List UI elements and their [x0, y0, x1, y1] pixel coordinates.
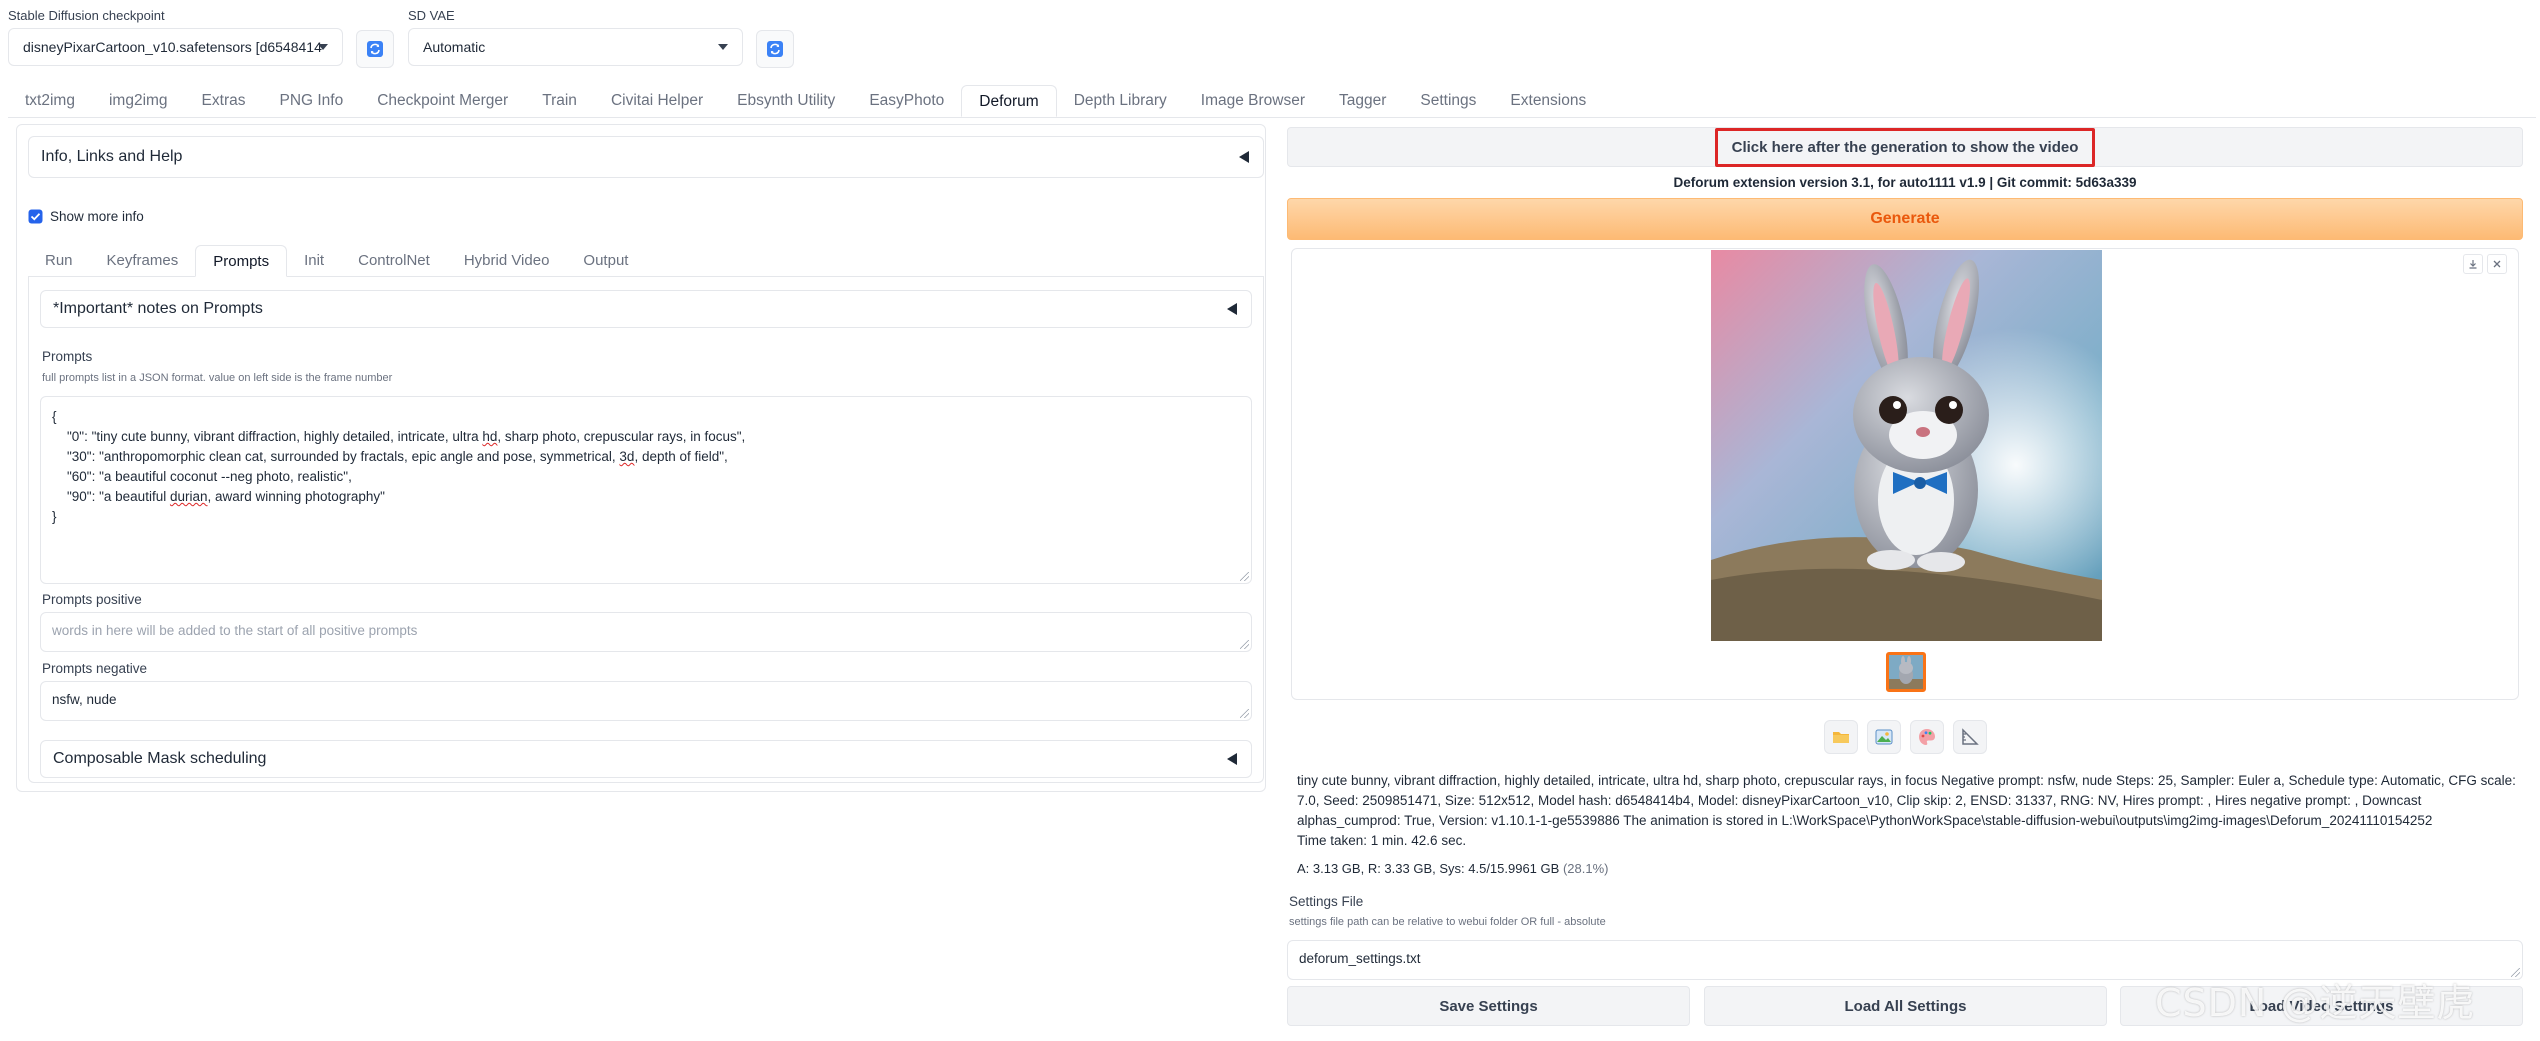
prompts-textarea[interactable]: { "0": "tiny cute bunny, vibrant diffrac…: [40, 396, 1252, 584]
vram-percent: (28.1%): [1562, 861, 1609, 876]
tab-png-info[interactable]: PNG Info: [262, 85, 360, 117]
version-text: Deforum extension version 3.1, for auto1…: [1673, 175, 2137, 190]
folder-icon: [1833, 732, 1849, 743]
tab-settings[interactable]: Settings: [1403, 85, 1493, 117]
palette-icon: [1919, 729, 1935, 745]
accordion-title: Composable Mask scheduling: [53, 750, 267, 767]
prompts-negative-label: Prompts negative: [42, 661, 148, 676]
tab-depth-library[interactable]: Depth Library: [1057, 85, 1184, 117]
subtab-controlnet[interactable]: ControlNet: [341, 245, 447, 277]
subtab-prompts[interactable]: Prompts: [195, 245, 288, 277]
prompt-line: "60": "a beautiful coconut --neg photo, …: [52, 469, 352, 484]
tab-easyphoto[interactable]: EasyPhoto: [852, 85, 961, 117]
chevron-down-icon: [718, 44, 728, 50]
download-button[interactable]: [2463, 254, 2483, 274]
time-taken: Time taken: 1 min. 42.6 sec.: [1297, 833, 1467, 848]
show-video-button[interactable]: Click here after the generation to show …: [1287, 127, 2523, 167]
chevron-down-icon: [318, 44, 328, 50]
prompts-label: Prompts: [42, 349, 93, 364]
prompt-line: "0": "tiny cute bunny, vibrant diffracti…: [52, 429, 746, 444]
settings-file-value: deforum_settings.txt: [1299, 951, 1421, 966]
tab-civitai-helper[interactable]: Civitai Helper: [594, 85, 720, 117]
prompt-line: {: [52, 409, 57, 424]
prompts-positive-label: Prompts positive: [42, 592, 142, 607]
generation-info-text: tiny cute bunny, vibrant diffraction, hi…: [1297, 773, 2516, 828]
checkpoint-value: disneyPixarCartoon_v10.safetensors [d654…: [23, 39, 322, 55]
checkpoint-dropdown[interactable]: disneyPixarCartoon_v10.safetensors [d654…: [8, 28, 343, 66]
resize-handle-icon[interactable]: [2511, 968, 2520, 977]
settings-file-help: settings file path can be relative to we…: [1289, 916, 1606, 928]
prompts-negative-input[interactable]: nsfw, nude: [40, 681, 1252, 721]
subtab-run[interactable]: Run: [28, 245, 90, 277]
tab-extensions[interactable]: Extensions: [1493, 85, 1603, 117]
tab-image-browser[interactable]: Image Browser: [1184, 85, 1322, 117]
resize-handle-icon[interactable]: [1240, 709, 1249, 718]
subtab-keyframes[interactable]: Keyframes: [90, 245, 196, 277]
load-all-settings-button[interactable]: Load All Settings: [1704, 986, 2107, 1026]
tab-img2img[interactable]: img2img: [92, 85, 185, 117]
settings-file-label: Settings File: [1289, 894, 1364, 909]
show-more-info-label: Show more info: [50, 209, 144, 224]
collapse-triangle-icon: [1227, 303, 1237, 315]
composable-mask-accordion[interactable]: Composable Mask scheduling: [40, 740, 1252, 778]
refresh-checkpoint-button[interactable]: [356, 30, 394, 68]
tab-tagger[interactable]: Tagger: [1322, 85, 1403, 117]
collapse-triangle-icon: [1227, 753, 1237, 765]
sub-tabs: Run Keyframes Prompts Init ControlNet Hy…: [28, 245, 645, 277]
show-more-info-checkbox[interactable]: Show more info: [28, 209, 144, 224]
thumbnail-image: [1889, 655, 1923, 689]
image-icon: [1875, 729, 1893, 745]
prompts-positive-input[interactable]: words in here will be added to the start…: [40, 612, 1252, 652]
notes-on-prompts-accordion[interactable]: *Important* notes on Prompts: [40, 290, 1252, 328]
prompt-line: }: [52, 509, 57, 524]
refresh-icon: [767, 41, 783, 57]
close-icon: [2493, 260, 2501, 268]
main-tabs: txt2img img2img Extras PNG Info Checkpoi…: [8, 85, 1603, 117]
tab-checkpoint-merger[interactable]: Checkpoint Merger: [360, 85, 525, 117]
subtab-init[interactable]: Init: [287, 245, 341, 277]
accordion-title: *Important* notes on Prompts: [53, 300, 263, 317]
open-folder-button[interactable]: [1824, 720, 1858, 754]
tabs-divider: [8, 117, 2536, 118]
tab-txt2img[interactable]: txt2img: [8, 85, 92, 117]
subtab-hybrid-video[interactable]: Hybrid Video: [447, 245, 567, 277]
prompts-negative-value: nsfw, nude: [52, 692, 117, 707]
collapse-triangle-icon: [1239, 151, 1249, 163]
vram-values: A: 3.13 GB, R: 3.33 GB, Sys: 4.5/15.9961…: [1297, 861, 1560, 876]
tab-train[interactable]: Train: [525, 85, 594, 117]
tab-extras[interactable]: Extras: [185, 85, 263, 117]
generate-button[interactable]: Generate: [1287, 198, 2523, 240]
prompts-positive-placeholder: words in here will be added to the start…: [52, 623, 418, 638]
checkbox-checked-icon[interactable]: [28, 209, 43, 224]
ruler-icon: [1962, 728, 1979, 745]
resize-handle-icon[interactable]: [1240, 572, 1249, 581]
vae-value: Automatic: [423, 39, 486, 55]
send-to-inpaint-button[interactable]: [1910, 720, 1944, 754]
gallery-thumbnail[interactable]: [1886, 652, 1926, 692]
checkpoint-label: Stable Diffusion checkpoint: [8, 8, 165, 23]
tab-ebsynth-utility[interactable]: Ebsynth Utility: [720, 85, 852, 117]
refresh-icon: [367, 41, 383, 57]
tab-deforum[interactable]: Deforum: [961, 85, 1057, 117]
vram-usage: A: 3.13 GB, R: 3.33 GB, Sys: 4.5/15.9961…: [1297, 861, 1608, 876]
info-links-accordion[interactable]: Info, Links and Help: [28, 136, 1264, 178]
close-gallery-button[interactable]: [2487, 254, 2507, 274]
vae-label: SD VAE: [408, 8, 455, 23]
send-to-img2img-button[interactable]: [1867, 720, 1901, 754]
show-video-label: Click here after the generation to show …: [1714, 127, 2096, 167]
accordion-title: Info, Links and Help: [41, 148, 183, 165]
generated-image[interactable]: [1711, 250, 2102, 641]
subtab-output[interactable]: Output: [566, 245, 645, 277]
vae-dropdown[interactable]: Automatic: [408, 28, 743, 66]
resize-handle-icon[interactable]: [1240, 640, 1249, 649]
prompts-help: full prompts list in a JSON format. valu…: [42, 372, 393, 384]
send-to-extras-button[interactable]: [1953, 720, 1987, 754]
prompt-line: "90": "a beautiful durian, award winning…: [52, 489, 385, 504]
watermark: CSDN @逆天壁虎: [2155, 981, 2476, 1025]
save-settings-button[interactable]: Save Settings: [1287, 986, 1690, 1026]
refresh-vae-button[interactable]: [756, 30, 794, 68]
download-icon: [2469, 260, 2477, 269]
prompt-line: "30": "anthropomorphic clean cat, surrou…: [52, 449, 728, 464]
